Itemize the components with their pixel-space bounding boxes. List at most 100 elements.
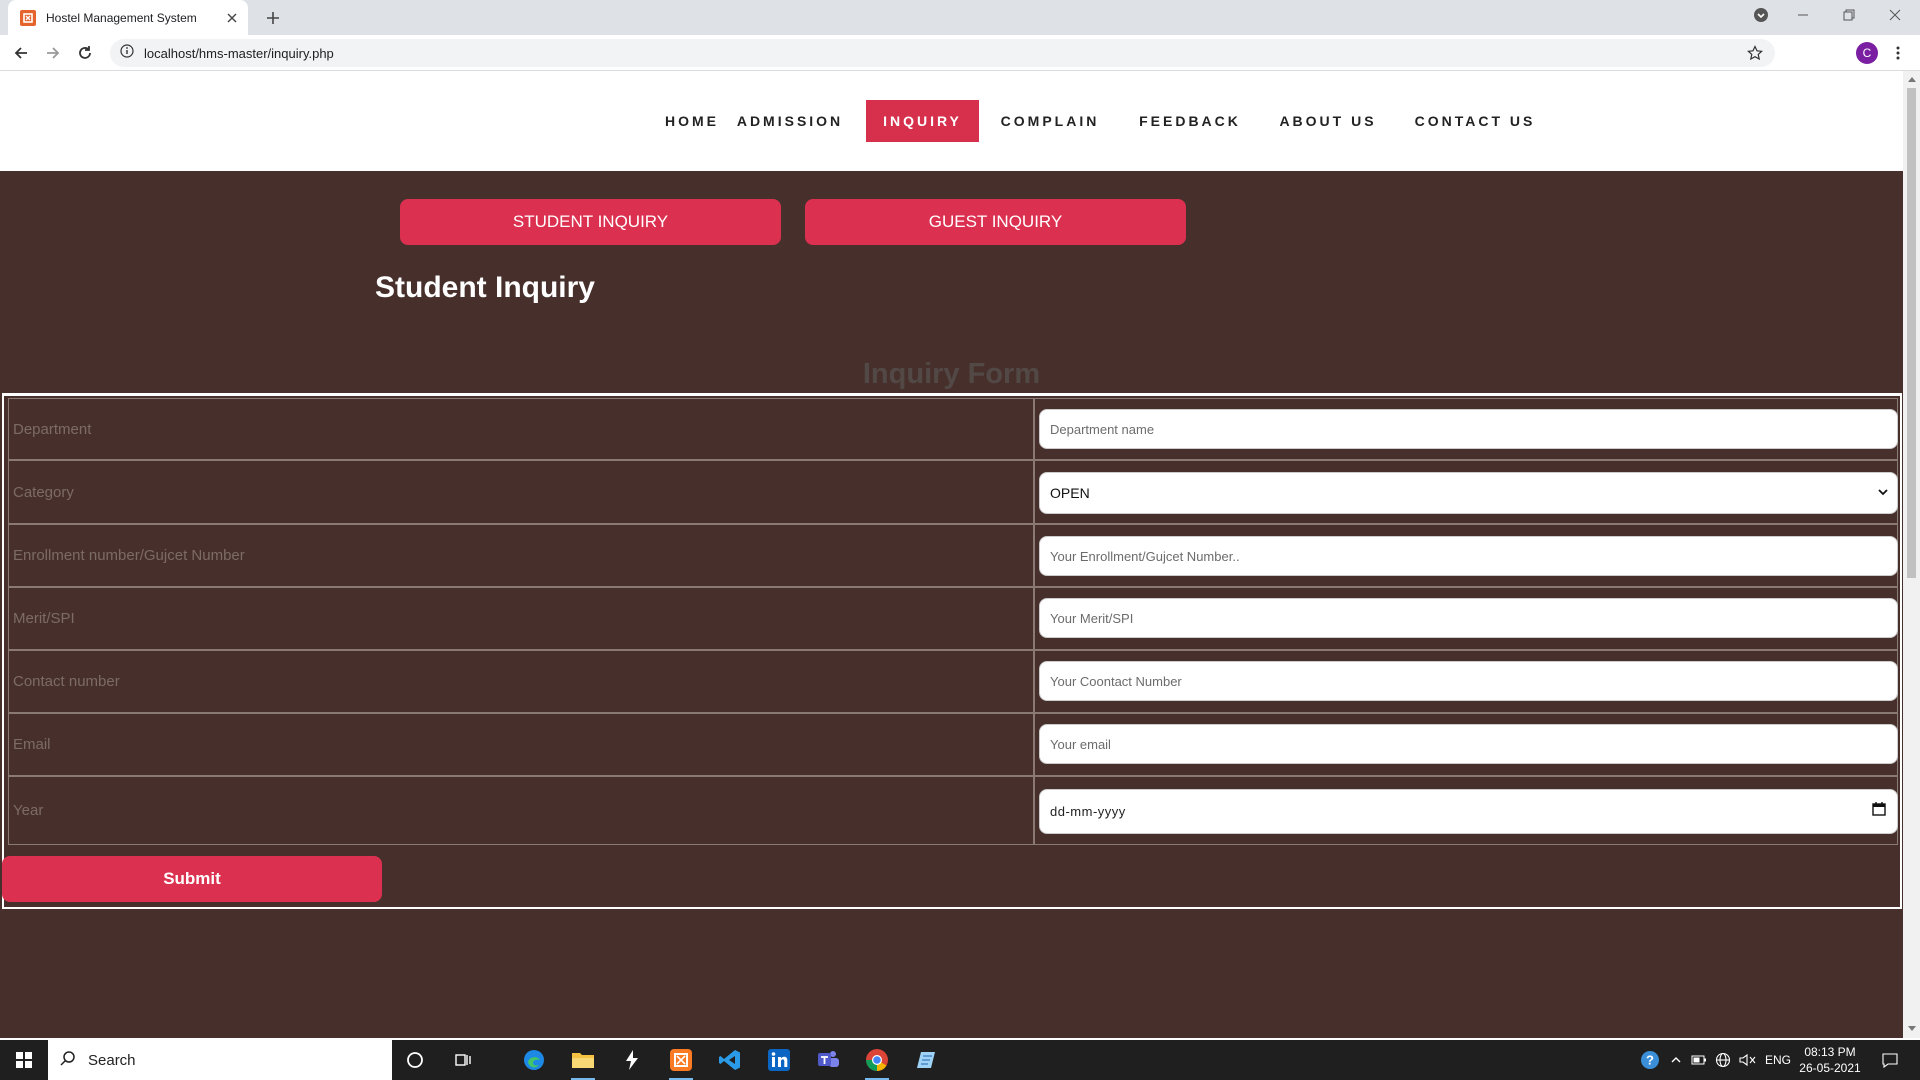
form-row-merit: Merit/SPI Your Merit/SPI xyxy=(8,587,1898,650)
restore-icon[interactable] xyxy=(1826,0,1872,30)
merit-label: Merit/SPI xyxy=(13,610,75,627)
new-tab-icon[interactable] xyxy=(260,5,286,31)
taskbar-search-box[interactable]: Search xyxy=(48,1040,392,1080)
volume-muted-icon[interactable] xyxy=(1736,1040,1760,1080)
nav-about-us[interactable]: ABOUT US xyxy=(1272,100,1384,142)
help-icon[interactable]: ? xyxy=(1636,1040,1664,1080)
chevron-down-icon xyxy=(1877,485,1889,501)
browser-tab[interactable]: Hostel Management System xyxy=(8,0,248,35)
contact-input[interactable]: Your Coontact Number xyxy=(1039,661,1898,701)
tray-chevron-up-icon[interactable] xyxy=(1666,1040,1686,1080)
cell-divider xyxy=(1033,525,1035,586)
scroll-up-icon[interactable] xyxy=(1907,73,1916,85)
chrome-icon[interactable] xyxy=(857,1044,897,1080)
teams-icon[interactable] xyxy=(808,1044,848,1076)
nav-inquiry[interactable]: INQUIRY xyxy=(866,100,979,142)
merit-input[interactable]: Your Merit/SPI xyxy=(1039,598,1898,638)
cell-divider xyxy=(1033,714,1035,775)
form-row-enrollment: Enrollment number/Gujcet Number Your Enr… xyxy=(8,524,1898,587)
scroll-thumb[interactable] xyxy=(1907,88,1916,578)
category-selected-value: OPEN xyxy=(1050,485,1090,501)
page-viewport: HOME ADMISSION INQUIRY COMPLAIN FEEDBACK… xyxy=(0,71,1903,1038)
windows-taskbar: Search ? ENG 08:13 PM 26-05-2021 xyxy=(0,1040,1920,1080)
address-bar[interactable]: localhost/hms-master/inquiry.php xyxy=(110,39,1775,67)
nav-contact-us[interactable]: CONTACT US xyxy=(1410,100,1540,142)
submit-button[interactable]: Submit xyxy=(2,856,382,902)
svg-text:?: ? xyxy=(1646,1053,1654,1068)
email-input[interactable]: Your email xyxy=(1039,724,1898,764)
notification-icon[interactable] xyxy=(1872,1040,1908,1080)
enrollment-input[interactable]: Your Enrollment/Gujcet Number.. xyxy=(1039,536,1898,576)
linkedin-icon[interactable] xyxy=(759,1044,799,1076)
xampp-favicon-icon xyxy=(20,9,36,26)
scroll-down-icon[interactable] xyxy=(1907,1023,1916,1035)
form-row-contact: Contact number Your Coontact Number xyxy=(8,650,1898,713)
battery-icon[interactable] xyxy=(1688,1040,1710,1080)
cell-divider xyxy=(1033,461,1035,523)
site-navbar: HOME ADMISSION INQUIRY COMPLAIN FEEDBACK… xyxy=(0,71,1903,171)
form-row-category: Category OPEN xyxy=(8,460,1898,524)
forward-arrow-icon[interactable] xyxy=(40,40,66,66)
vscode-icon[interactable] xyxy=(710,1044,750,1076)
page-scrollbar[interactable] xyxy=(1903,71,1920,1038)
url-text: localhost/hms-master/inquiry.php xyxy=(144,46,334,61)
profile-avatar[interactable]: C xyxy=(1856,42,1878,64)
search-icon xyxy=(60,1050,76,1071)
cell-divider xyxy=(1033,777,1035,844)
info-icon[interactable] xyxy=(120,43,134,63)
year-label: Year xyxy=(13,802,44,819)
category-select[interactable]: OPEN xyxy=(1039,472,1898,514)
form-row-department: Department Department name xyxy=(8,398,1898,460)
close-window-icon[interactable] xyxy=(1872,0,1918,30)
browser-tab-strip: Hostel Management System xyxy=(0,0,1920,35)
year-date-input[interactable]: dd-mm-yyyy xyxy=(1039,789,1898,834)
task-view-icon[interactable] xyxy=(443,1044,483,1076)
notepad-icon[interactable] xyxy=(906,1044,946,1076)
url-host: localhost xyxy=(144,45,196,61)
back-arrow-icon[interactable] xyxy=(8,40,34,66)
browser-toolbar: localhost/hms-master/inquiry.php C xyxy=(0,35,1920,71)
nav-feedback[interactable]: FEEDBACK xyxy=(1132,100,1248,142)
department-label: Department xyxy=(13,420,92,438)
cell-divider xyxy=(1033,588,1035,649)
bookmark-star-icon[interactable] xyxy=(1747,45,1763,66)
sublime-icon[interactable] xyxy=(612,1044,652,1076)
category-label: Category xyxy=(13,483,74,501)
taskbar-clock[interactable]: 08:13 PM 26-05-2021 xyxy=(1795,1044,1865,1076)
form-row-email: Email Your email xyxy=(8,713,1898,776)
cell-divider xyxy=(1033,651,1035,712)
email-label: Email xyxy=(13,736,51,753)
student-inquiry-button[interactable]: STUDENT INQUIRY xyxy=(400,199,781,245)
contact-label: Contact number xyxy=(13,673,120,690)
language-indicator[interactable]: ENG xyxy=(1762,1040,1794,1080)
clock-date: 26-05-2021 xyxy=(1799,1061,1861,1075)
windows-start-icon[interactable] xyxy=(0,1040,48,1080)
edge-browser-icon[interactable] xyxy=(514,1044,554,1076)
url-path: /hms-master/inquiry.php xyxy=(195,45,334,61)
clock-time: 08:13 PM xyxy=(1804,1045,1856,1059)
nav-home[interactable]: HOME xyxy=(636,100,748,142)
form-row-year: Year dd-mm-yyyy xyxy=(8,776,1898,845)
calendar-icon[interactable] xyxy=(1871,801,1887,820)
inquiry-form: Department Department name Category OPEN… xyxy=(2,393,1902,909)
enrollment-label: Enrollment number/Gujcet Number xyxy=(13,547,245,564)
file-explorer-icon[interactable] xyxy=(563,1044,603,1080)
department-input[interactable]: Department name xyxy=(1039,409,1898,449)
xampp-icon[interactable] xyxy=(661,1044,701,1080)
cell-divider xyxy=(1033,399,1035,459)
reload-icon[interactable] xyxy=(72,40,98,66)
minimize-icon[interactable] xyxy=(1780,0,1826,30)
cortana-icon[interactable] xyxy=(395,1044,435,1076)
tab-title: Hostel Management System xyxy=(46,10,197,25)
nav-complain[interactable]: COMPLAIN xyxy=(990,100,1110,142)
guest-inquiry-button[interactable]: GUEST INQUIRY xyxy=(805,199,1186,245)
taskbar-search-text: Search xyxy=(88,1051,136,1069)
browser-menu-icon[interactable] xyxy=(1885,40,1911,66)
tab-search-icon[interactable] xyxy=(1738,0,1784,30)
date-format-text: dd-mm-yyyy xyxy=(1050,804,1126,819)
close-tab-icon[interactable] xyxy=(220,6,244,30)
form-title: Inquiry Form xyxy=(862,358,1041,390)
nav-admission[interactable]: ADMISSION xyxy=(733,100,847,142)
network-globe-icon[interactable] xyxy=(1712,1040,1734,1080)
page-title: Student Inquiry xyxy=(375,271,595,304)
